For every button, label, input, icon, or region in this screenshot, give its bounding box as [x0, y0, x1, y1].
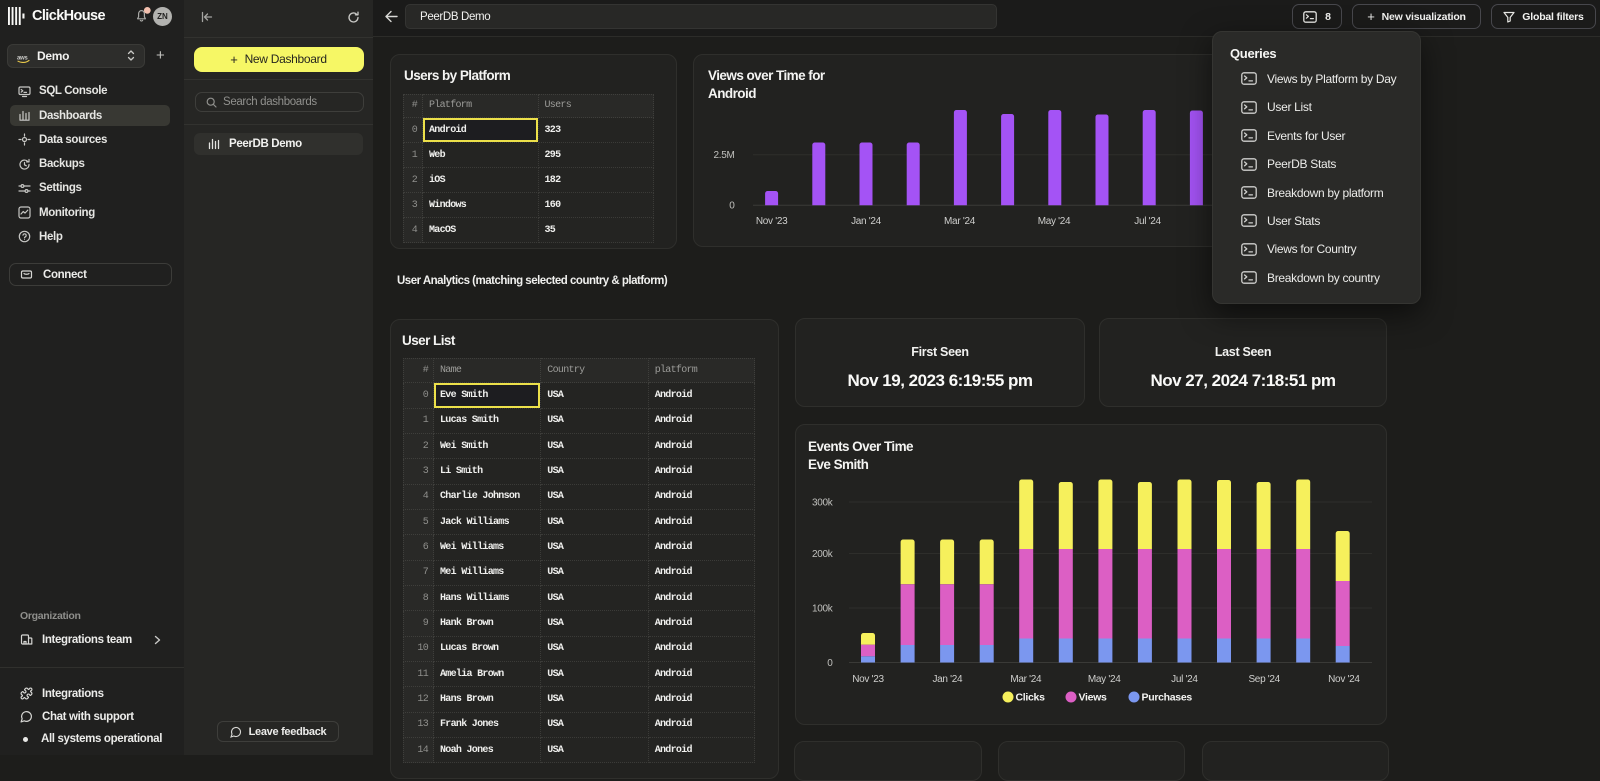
- svg-text:2.5M: 2.5M: [713, 150, 734, 161]
- svg-text:Nov '23: Nov '23: [852, 674, 884, 685]
- svg-text:200k: 200k: [812, 549, 834, 560]
- svg-text:Views: Views: [1079, 692, 1108, 704]
- svg-text:0: 0: [729, 201, 735, 212]
- svg-text:May '24: May '24: [1038, 216, 1071, 227]
- svg-text:Sep '24: Sep '24: [1248, 674, 1280, 685]
- svg-text:aws: aws: [17, 56, 28, 62]
- svg-text:0: 0: [827, 658, 833, 669]
- svg-text:Nov '23: Nov '23: [756, 216, 788, 227]
- svg-text:Nov '24: Nov '24: [1328, 674, 1360, 685]
- svg-text:Jan '24: Jan '24: [932, 674, 963, 685]
- svg-text:Purchases: Purchases: [1142, 692, 1193, 704]
- svg-text:Jan '24: Jan '24: [851, 216, 882, 227]
- svg-text:Mar '24: Mar '24: [944, 216, 976, 227]
- svg-text:Mar '24: Mar '24: [1010, 674, 1042, 685]
- svg-text:Clicks: Clicks: [1016, 692, 1046, 704]
- svg-text:May '24: May '24: [1088, 674, 1121, 685]
- svg-text:Jul '24: Jul '24: [1171, 674, 1198, 685]
- svg-text:Jul '24: Jul '24: [1134, 216, 1161, 227]
- svg-text:300k: 300k: [812, 498, 834, 509]
- svg-text:100k: 100k: [812, 604, 834, 615]
